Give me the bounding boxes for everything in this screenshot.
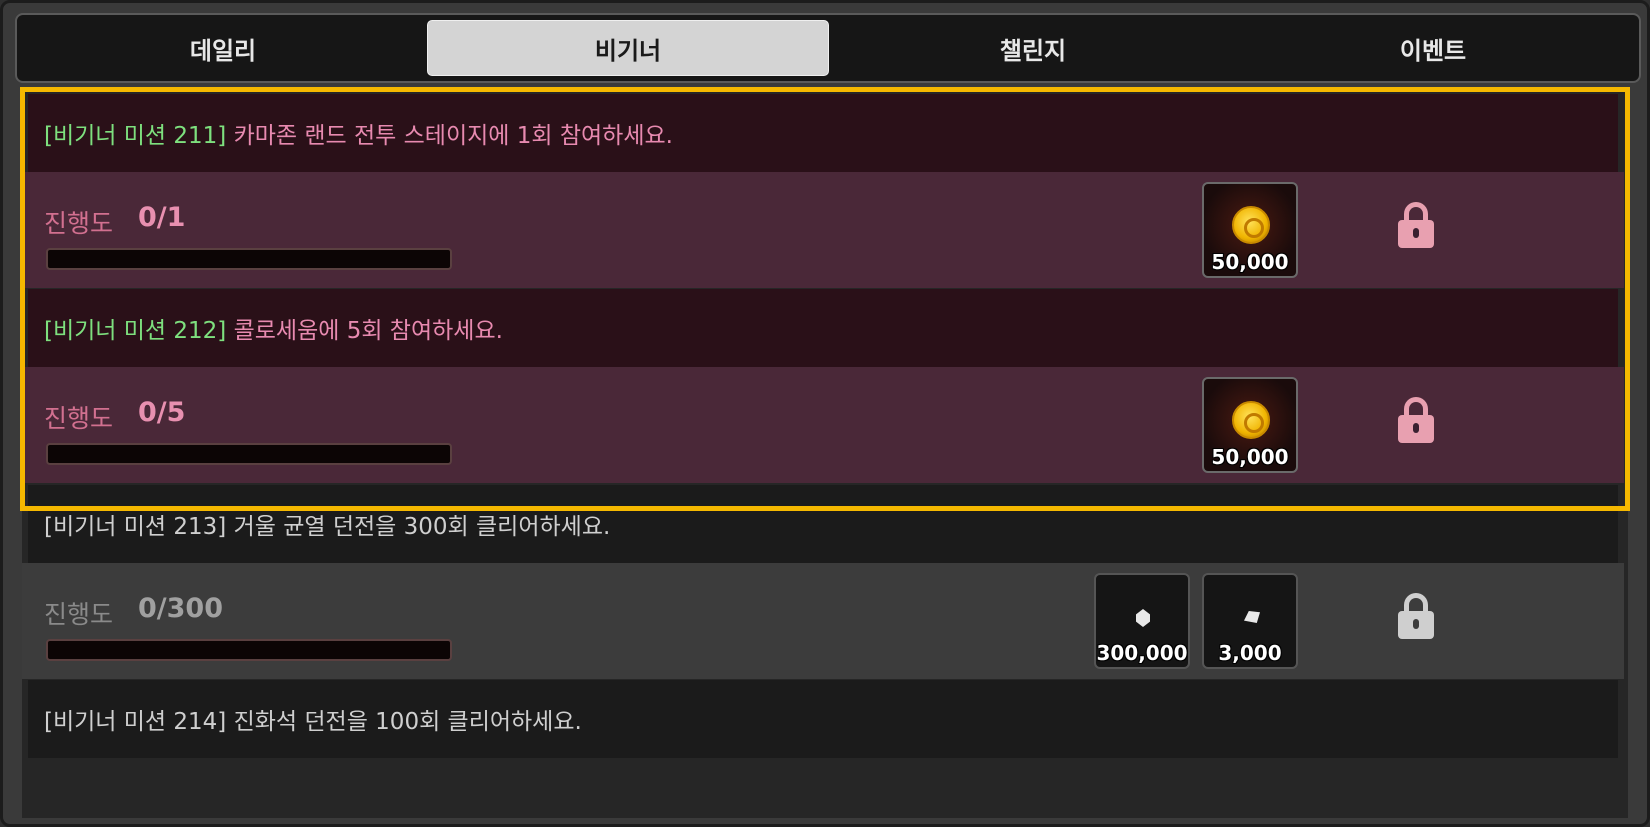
reward-slot[interactable]: 3,000	[1202, 573, 1298, 669]
reward-slot[interactable]: 50,000	[1202, 377, 1298, 473]
stone-icon	[1244, 611, 1260, 623]
tab-bar: 데일리 비기너 챌린지 이벤트	[15, 13, 1641, 83]
progress-label: 진행도	[44, 209, 114, 238]
gold-coin-icon	[1232, 401, 1270, 439]
progress-label: 진행도	[44, 600, 114, 629]
reward-amount: 3,000	[1218, 641, 1282, 665]
progress-value: 0/300	[138, 593, 224, 624]
mission-text: 콜로세움에 5회 참여하세요.	[233, 318, 503, 344]
reward-slot[interactable]: 300,000	[1094, 573, 1190, 669]
reward-amount: 50,000	[1211, 445, 1289, 469]
mission-text: 거울 균열 던전을 300회 클리어하세요.	[233, 514, 611, 540]
mission-tag: [비기너 미션 214]	[44, 709, 227, 735]
tab-challenge[interactable]: 챌린지	[833, 20, 1233, 76]
mission-text: 카마존 랜드 전투 스테이지에 1회 참여하세요.	[233, 123, 673, 149]
mission-title: [비기너 미션 211] 카마존 랜드 전투 스테이지에 1회 참여하세요.	[28, 94, 1618, 172]
crystal-icon	[1136, 609, 1150, 627]
mission-tag: [비기너 미션 212]	[44, 318, 227, 344]
progress-value: 0/5	[138, 397, 186, 428]
mission-title: [비기너 미션 213] 거울 균열 던전을 300회 클리어하세요.	[28, 485, 1618, 563]
reward-amount: 50,000	[1211, 250, 1289, 274]
mission-tag: [비기너 미션 213]	[44, 514, 227, 540]
mission-body: 진행도 0/300 300,000 3,000	[22, 563, 1624, 679]
mission-title: [비기너 미션 214] 진화석 던전을 100회 클리어하세요.	[28, 680, 1618, 758]
mission-body: 진행도 0/1 50,000	[22, 172, 1624, 288]
mission-title: [비기너 미션 212] 콜로세움에 5회 참여하세요.	[28, 289, 1618, 367]
tab-daily[interactable]: 데일리	[23, 20, 423, 76]
progress-value: 0/1	[138, 202, 186, 233]
reward-amount: 300,000	[1096, 641, 1188, 665]
mission-text: 진화석 던전을 100회 클리어하세요.	[233, 709, 582, 735]
progress-bar	[46, 248, 452, 270]
progress-bar	[46, 639, 452, 661]
progress-bar	[46, 443, 452, 465]
mission-tag: [비기너 미션 211]	[44, 123, 227, 149]
lock-icon[interactable]	[1398, 202, 1434, 248]
tab-beginner[interactable]: 비기너	[427, 20, 829, 76]
lock-icon[interactable]	[1398, 593, 1434, 639]
tab-event[interactable]: 이벤트	[1233, 20, 1633, 76]
mission-body: 진행도 0/5 50,000	[22, 367, 1624, 483]
lock-icon[interactable]	[1398, 397, 1434, 443]
reward-slot[interactable]: 50,000	[1202, 182, 1298, 278]
gold-coin-icon	[1232, 206, 1270, 244]
mission-list[interactable]: [비기너 미션 211] 카마존 랜드 전투 스테이지에 1회 참여하세요. 진…	[22, 88, 1628, 818]
progress-label: 진행도	[44, 404, 114, 433]
